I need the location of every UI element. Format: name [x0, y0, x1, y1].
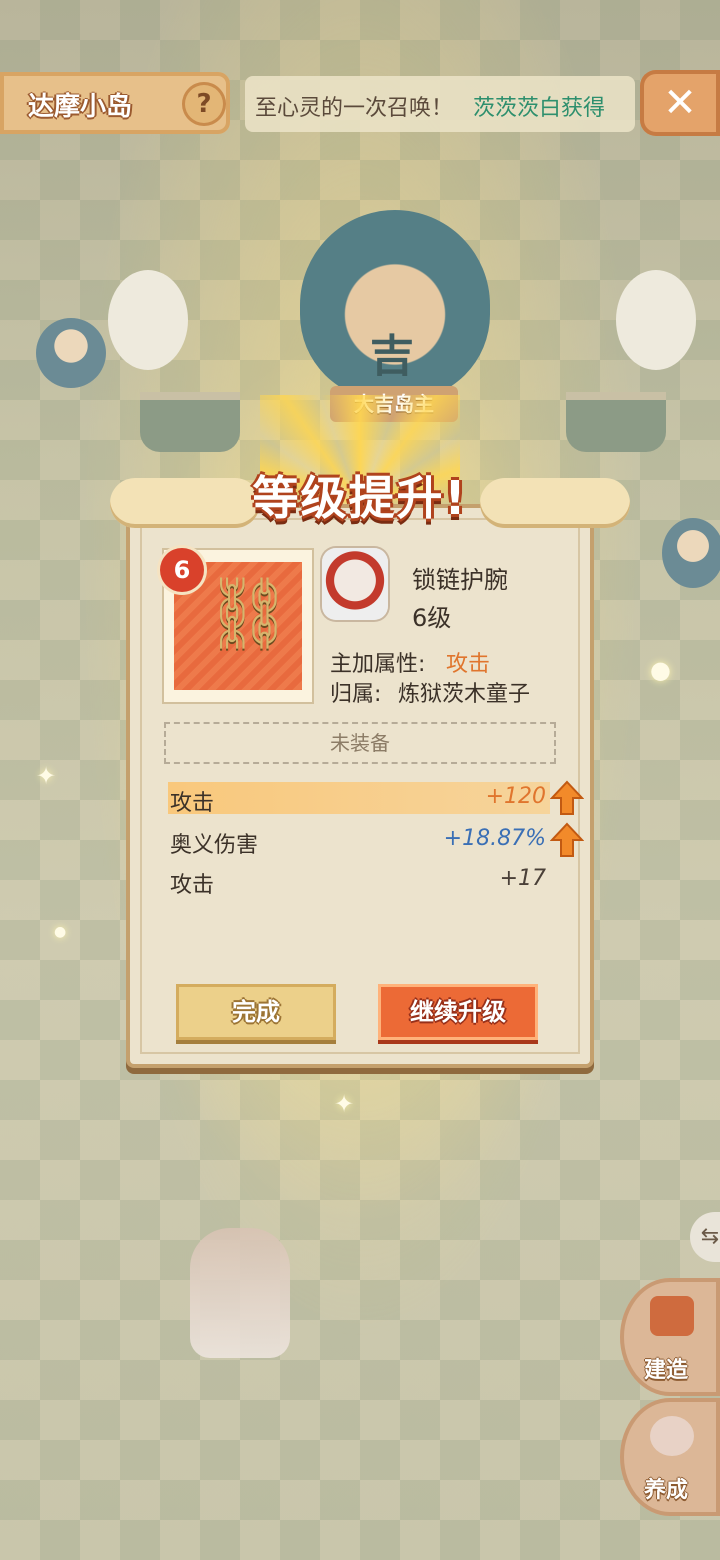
done-button[interactable]: 完成 [176, 984, 336, 1040]
item-name: 锁链护腕 [412, 566, 508, 594]
chain-bracer-icon: ⛓ [204, 572, 293, 654]
mini-daruma-left [36, 318, 106, 388]
item-level-badge: 6 [160, 548, 204, 592]
daruma-boss[interactable]: 吉 [300, 210, 490, 400]
pot-left [140, 392, 240, 452]
stat-label: 奥义伤害 [170, 833, 259, 858]
mini-daruma-right [662, 518, 720, 588]
main-attr-label: 主加属性: [330, 652, 426, 677]
upgrade-arrow-icon [550, 780, 584, 815]
continue-upgrade-button[interactable]: 继续升级 [378, 984, 538, 1040]
build-label: 建造 [644, 1358, 689, 1383]
owner-value: 炼狱茨木童子 [398, 682, 531, 707]
main-attr-value: 攻击 [446, 652, 491, 677]
stat-row: 奥义伤害 +18.87% [168, 824, 550, 858]
announcement-player: 茨茨茨白获得 [473, 96, 606, 121]
raise-icon [650, 1416, 694, 1456]
dialog-title: 等级提升! [252, 471, 468, 525]
item-level: 6级 [412, 604, 452, 632]
equip-status: 未装备 [164, 722, 556, 764]
sparkle-icon: ● [54, 924, 67, 940]
daruma-character: 吉 [370, 331, 414, 382]
announcement-text: 至心灵的一次召唤！ [255, 96, 454, 121]
sparkle-icon: ● [650, 656, 671, 684]
build-button[interactable]: 建造 [620, 1278, 720, 1396]
help-icon[interactable]: ? [182, 82, 226, 126]
upgrade-arrow-icon [550, 822, 584, 857]
announcement-ticker: 至心灵的一次召唤！ 茨茨茨白获得 [245, 76, 635, 132]
owner-avatar[interactable] [322, 548, 388, 620]
stat-value: +17 [499, 866, 546, 891]
player-character[interactable] [190, 1228, 290, 1358]
stat-label: 攻击 [170, 791, 215, 816]
snowman-right [616, 270, 696, 370]
sparkle-icon: ✦ [334, 1090, 355, 1118]
stat-value: +18.87% [443, 826, 546, 851]
raise-button[interactable]: 养成 [620, 1398, 720, 1516]
build-icon [650, 1296, 694, 1336]
stat-value: +120 [485, 784, 546, 809]
raise-label: 养成 [644, 1478, 689, 1503]
pot-right [566, 392, 666, 452]
island-title: 达摩小岛 [28, 92, 133, 122]
stat-label: 攻击 [170, 873, 215, 898]
stat-row: 攻击 +120 [168, 782, 550, 816]
snowman-left [108, 270, 188, 370]
owner-label: 归属: [330, 682, 382, 707]
stat-row: 攻击 +17 [168, 864, 550, 898]
sparkle-icon: ✦ [36, 762, 57, 790]
close-icon[interactable]: ✕ [640, 70, 720, 136]
